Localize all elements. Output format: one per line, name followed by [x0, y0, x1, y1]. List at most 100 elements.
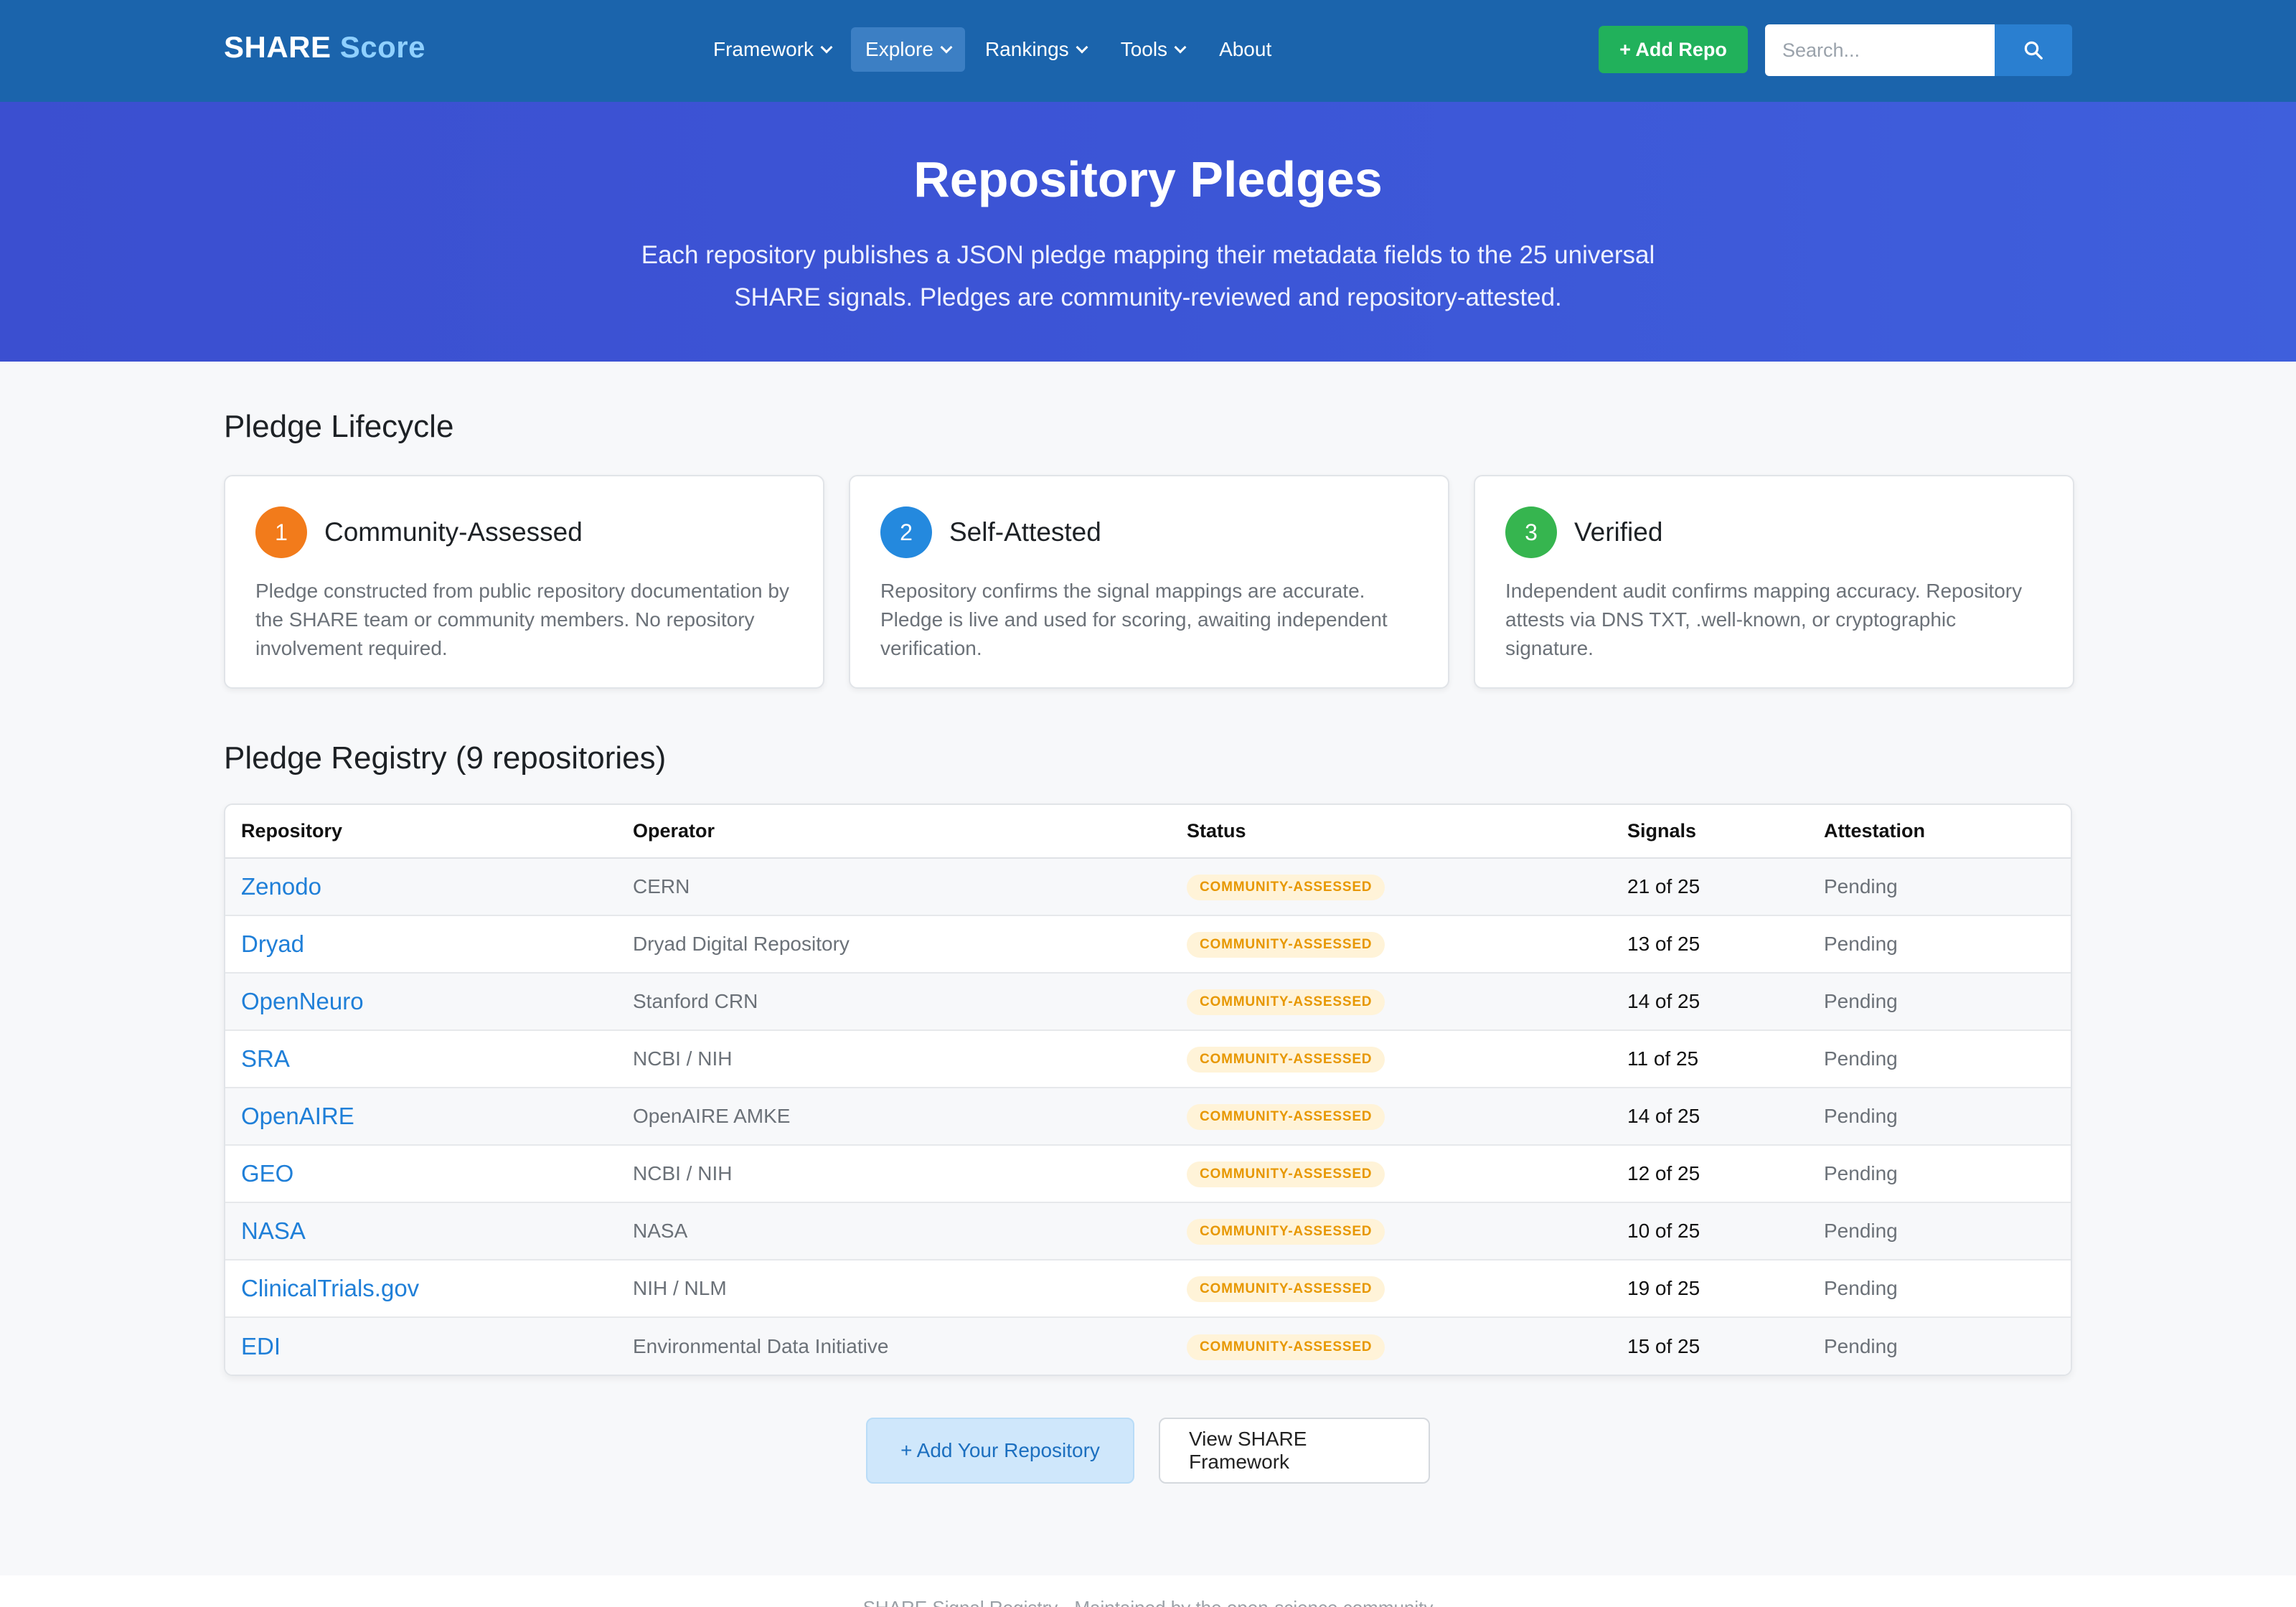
card-title: Verified: [1574, 517, 1663, 547]
attestation-cell: Pending: [1808, 858, 2071, 916]
table-row: GEO NCBI / NIH COMMUNITY-ASSESSED 12 of …: [225, 1145, 2071, 1203]
status-cell: COMMUNITY-ASSESSED: [1171, 1145, 1612, 1203]
table-row: Zenodo CERN COMMUNITY-ASSESSED 21 of 25 …: [225, 858, 2071, 916]
repository-link[interactable]: ClinicalTrials.gov: [225, 1260, 617, 1318]
attestation-cell: Pending: [1808, 1202, 2071, 1260]
repository-link[interactable]: Dryad: [225, 915, 617, 974]
status-cell: COMMUNITY-ASSESSED: [1171, 1260, 1612, 1318]
nav-explore[interactable]: Explore: [851, 27, 965, 72]
repository-link[interactable]: GEO: [225, 1145, 617, 1203]
signals-cell: 21 of 25: [1612, 858, 1808, 916]
attestation-cell: Pending: [1808, 1260, 2071, 1318]
lifecycle-title: Pledge Lifecycle: [224, 409, 454, 444]
column-header-signals[interactable]: Signals: [1612, 805, 1808, 859]
step-number-badge: 1: [255, 506, 307, 558]
brand-logo[interactable]: SHARE Score: [224, 30, 425, 65]
operator-cell: OpenAIRE AMKE: [617, 1088, 1171, 1146]
table-row: OpenNeuro Stanford CRN COMMUNITY-ASSESSE…: [225, 973, 2071, 1031]
status-badge: COMMUNITY-ASSESSED: [1187, 1161, 1385, 1187]
brand-accent: Score: [339, 30, 425, 64]
lifecycle-cards: 1 Community-Assessed Pledge constructed …: [224, 475, 2074, 689]
add-repo-button[interactable]: + Add Repo: [1599, 26, 1748, 73]
status-badge: COMMUNITY-ASSESSED: [1187, 1334, 1385, 1360]
repository-link[interactable]: SRA: [225, 1030, 617, 1088]
status-cell: COMMUNITY-ASSESSED: [1171, 973, 1612, 1031]
hero-banner: Repository Pledges Each repository publi…: [0, 102, 2296, 362]
nav-rankings[interactable]: Rankings: [971, 27, 1101, 72]
nav-tools[interactable]: Tools: [1106, 27, 1199, 72]
status-badge: COMMUNITY-ASSESSED: [1187, 1276, 1385, 1302]
attestation-cell: Pending: [1808, 1030, 2071, 1088]
card-title: Self-Attested: [949, 517, 1101, 547]
attestation-cell: Pending: [1808, 1088, 2071, 1146]
column-header-operator[interactable]: Operator: [617, 805, 1171, 859]
operator-cell: NCBI / NIH: [617, 1030, 1171, 1088]
brand-name: SHARE: [224, 30, 331, 64]
signals-cell: 15 of 25: [1612, 1317, 1808, 1375]
status-cell: COMMUNITY-ASSESSED: [1171, 858, 1612, 916]
card-description: Independent audit confirms mapping accur…: [1505, 580, 2023, 659]
status-cell: COMMUNITY-ASSESSED: [1171, 1202, 1612, 1260]
signals-cell: 10 of 25: [1612, 1202, 1808, 1260]
table-row: Dryad Dryad Digital Repository COMMUNITY…: [225, 915, 2071, 974]
registry-table: Repository Operator Status Signals Attes…: [224, 804, 2072, 1376]
page-title: Repository Pledges: [913, 151, 1383, 207]
operator-cell: NCBI / NIH: [617, 1145, 1171, 1203]
nav-about[interactable]: About: [1205, 27, 1286, 72]
signals-cell: 11 of 25: [1612, 1030, 1808, 1088]
operator-cell: CERN: [617, 858, 1171, 916]
step-number-badge: 2: [880, 506, 932, 558]
column-header-repository[interactable]: Repository: [225, 805, 617, 859]
column-header-status[interactable]: Status: [1171, 805, 1612, 859]
chevron-down-icon: [940, 41, 953, 54]
registry-title: Pledge Registry (9 repositories): [224, 740, 667, 776]
search-button[interactable]: [1995, 24, 2072, 76]
table-row: ClinicalTrials.gov NIH / NLM COMMUNITY-A…: [225, 1260, 2071, 1318]
page-subtitle: Each repository publishes a JSON pledge …: [641, 241, 1655, 311]
main-nav: Framework Explore Rankings Tools About: [699, 27, 1286, 72]
attestation-cell: Pending: [1808, 915, 2071, 974]
signals-cell: 12 of 25: [1612, 1145, 1808, 1203]
top-navbar: SHARE Score Framework Explore Rankings T…: [0, 0, 2296, 102]
action-buttons: + Add Your Repository View SHARE Framewo…: [0, 1418, 2296, 1484]
lifecycle-card-community-assessed: 1 Community-Assessed Pledge constructed …: [224, 475, 824, 689]
table-row: EDI Environmental Data Initiative COMMUN…: [225, 1317, 2071, 1375]
chevron-down-icon: [1076, 41, 1088, 54]
repository-link[interactable]: NASA: [225, 1202, 617, 1260]
add-your-repository-button[interactable]: + Add Your Repository: [866, 1418, 1134, 1484]
status-cell: COMMUNITY-ASSESSED: [1171, 1088, 1612, 1146]
lifecycle-card-verified: 3 Verified Independent audit confirms ma…: [1474, 475, 2074, 689]
table-header-row: Repository Operator Status Signals Attes…: [225, 805, 2071, 859]
operator-cell: NASA: [617, 1202, 1171, 1260]
footer: SHARE Signal Registry · Maintained by th…: [0, 1575, 2296, 1607]
chevron-down-icon: [1174, 41, 1187, 54]
status-badge: COMMUNITY-ASSESSED: [1187, 932, 1385, 958]
nav-explore-label: Explore: [865, 38, 933, 60]
table-row: SRA NCBI / NIH COMMUNITY-ASSESSED 11 of …: [225, 1030, 2071, 1088]
search-input[interactable]: [1765, 24, 1995, 76]
nav-framework[interactable]: Framework: [699, 27, 845, 72]
table-body: Zenodo CERN COMMUNITY-ASSESSED 21 of 25 …: [225, 858, 2071, 1375]
status-cell: COMMUNITY-ASSESSED: [1171, 915, 1612, 974]
table-row: OpenAIRE OpenAIRE AMKE COMMUNITY-ASSESSE…: [225, 1088, 2071, 1146]
operator-cell: Environmental Data Initiative: [617, 1317, 1171, 1375]
repository-link[interactable]: OpenAIRE: [225, 1088, 617, 1146]
operator-cell: NIH / NLM: [617, 1260, 1171, 1318]
signals-cell: 19 of 25: [1612, 1260, 1808, 1318]
repository-link[interactable]: OpenNeuro: [225, 973, 617, 1031]
status-badge: COMMUNITY-ASSESSED: [1187, 1047, 1385, 1073]
view-framework-button[interactable]: View SHARE Framework: [1159, 1418, 1430, 1484]
nav-about-label: About: [1219, 38, 1272, 60]
status-badge: COMMUNITY-ASSESSED: [1187, 989, 1385, 1015]
signals-cell: 14 of 25: [1612, 1088, 1808, 1146]
repository-link[interactable]: EDI: [225, 1317, 617, 1375]
page: SHARE Score Framework Explore Rankings T…: [0, 0, 2296, 1607]
repository-link[interactable]: Zenodo: [225, 858, 617, 916]
operator-cell: Stanford CRN: [617, 973, 1171, 1031]
nav-rankings-label: Rankings: [984, 38, 1069, 60]
column-header-attestation[interactable]: Attestation: [1808, 805, 2071, 859]
attestation-cell: Pending: [1808, 973, 2071, 1031]
search-icon: [2024, 41, 2043, 60]
card-description: Repository confirms the signal mappings …: [880, 580, 1388, 659]
signals-cell: 13 of 25: [1612, 915, 1808, 974]
